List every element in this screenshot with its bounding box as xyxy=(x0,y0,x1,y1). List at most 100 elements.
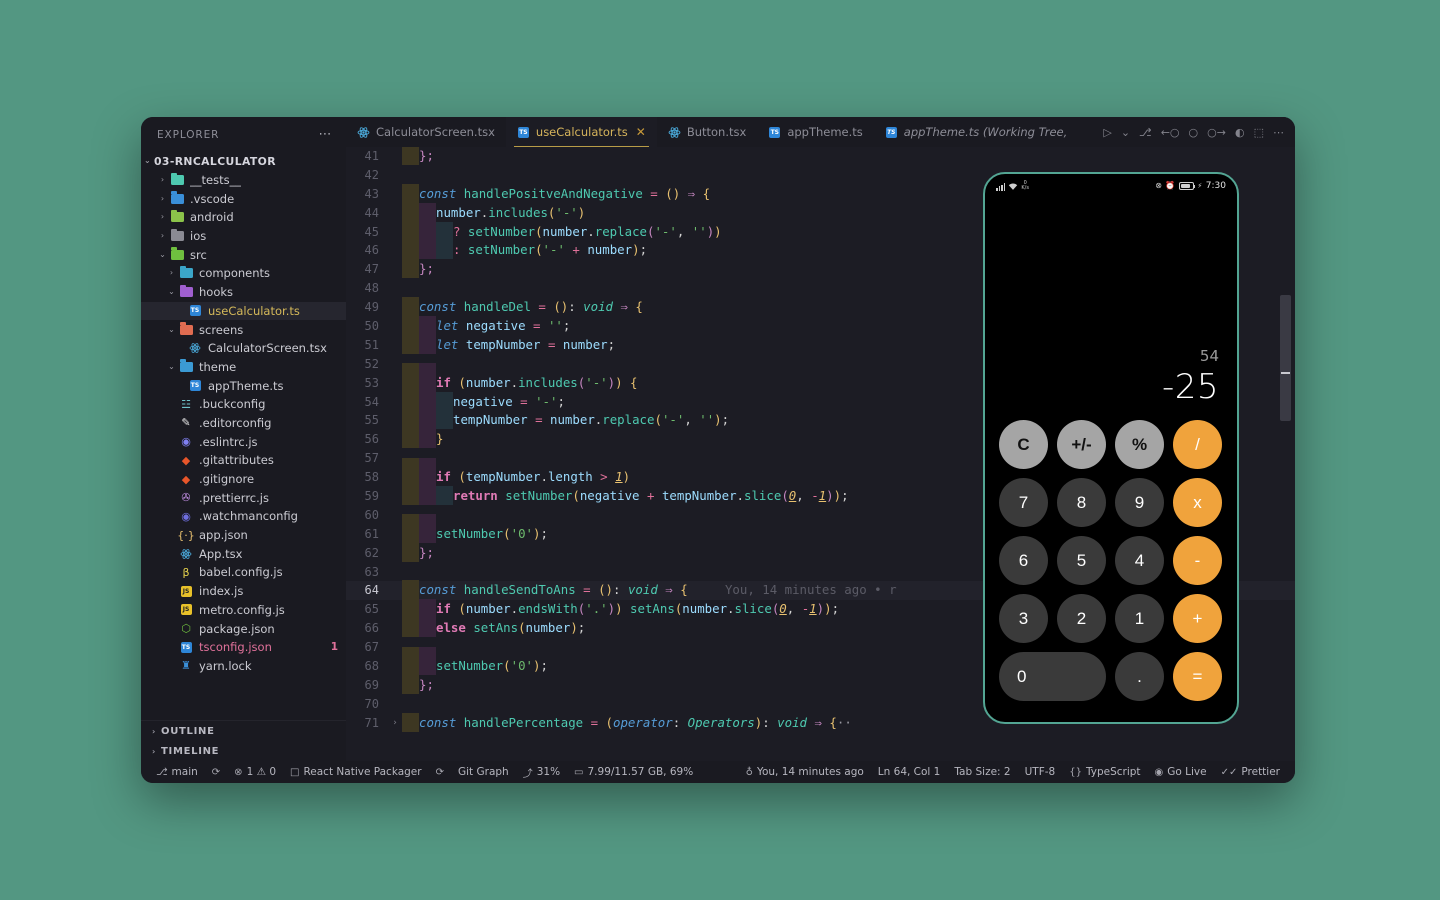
tree-file-metro-config-js[interactable]: JS metro.config.js xyxy=(141,601,346,620)
tree-file--gitattributes[interactable]: ◆ .gitattributes xyxy=(141,451,346,470)
file-tree-root[interactable]: ⌄ 03-RNCALCULATOR xyxy=(141,152,346,171)
tree-file-tsconfig-json[interactable]: TS tsconfig.json 1 xyxy=(141,638,346,657)
tree-file-usecalculator-ts[interactable]: TS useCalculator.ts xyxy=(141,301,346,321)
wifi-icon xyxy=(1009,182,1018,190)
tree-folder--vscode[interactable]: › .vscode xyxy=(141,189,346,208)
editor-tab-apptheme-ts[interactable]: TS appTheme.ts (Working Tree, xyxy=(874,117,1079,147)
fold-chevron-icon[interactable]: › xyxy=(388,714,402,733)
editor-vertical-scrollbar[interactable] xyxy=(1280,295,1291,421)
status-label: Prettier xyxy=(1241,766,1280,778)
editor-tab-calculatorscreen-tsx[interactable]: CalculatorScreen.tsx xyxy=(346,117,506,147)
toggle-inline-view-icon[interactable]: ◐ xyxy=(1235,126,1245,139)
digit-8-key[interactable]: 8 xyxy=(1057,478,1106,527)
go-to-previous-change-icon[interactable]: ←○ xyxy=(1161,126,1180,139)
split-editor-icon[interactable]: ⬚ xyxy=(1254,126,1264,139)
do-not-disturb-icon: ⊗ xyxy=(1155,181,1162,190)
status-react-native-packager[interactable]: □ React Native Packager xyxy=(283,766,429,778)
folder-theme-icon xyxy=(178,359,194,373)
tree-item-label: components xyxy=(199,266,271,281)
multiply-key[interactable]: x xyxy=(1173,478,1222,527)
status-language-mode[interactable]: {} TypeScript xyxy=(1062,766,1147,778)
status-packager-sync[interactable]: ⟳ xyxy=(429,767,451,778)
calculator-keypad[interactable]: C +/-%/ 7 8 9 x 6 5 4- 3 2 1 +0. = xyxy=(985,408,1237,701)
status-encoding[interactable]: UTF-8 xyxy=(1018,766,1063,778)
tree-folder-android[interactable]: › android xyxy=(141,208,346,227)
tree-folder-hooks[interactable]: ⌄ hooks xyxy=(141,283,346,302)
code-line[interactable]: 41}; xyxy=(346,147,1295,166)
tree-file-babel-config-js[interactable]: β babel.config.js xyxy=(141,563,346,582)
babel-file-icon: β xyxy=(182,565,190,579)
code-text: if (number.includes('-')) { xyxy=(402,372,638,393)
tree-folder---tests--[interactable]: › __tests__ xyxy=(141,171,346,190)
tree-file-index-js[interactable]: JS index.js xyxy=(141,582,346,601)
source-control-icon[interactable]: ⎇ xyxy=(1139,126,1152,139)
status-git-blame[interactable]: ♁ You, 14 minutes ago xyxy=(739,766,871,778)
editor-tab-usecalculator-ts[interactable]: TS useCalculator.ts ✕ xyxy=(505,117,657,147)
clear-key[interactable]: C xyxy=(999,420,1048,469)
status-branch[interactable]: ⎇ main xyxy=(149,766,205,778)
tree-file-app-tsx[interactable]: App.tsx xyxy=(141,544,346,563)
line-number: 70 xyxy=(364,696,379,711)
digit-7-key[interactable]: 7 xyxy=(999,478,1048,527)
editor-tab-bar[interactable]: CalculatorScreen.tsx TS useCalculator.ts ✕ B… xyxy=(346,117,1295,147)
close-icon[interactable]: ✕ xyxy=(636,125,646,139)
line-number: 63 xyxy=(364,564,379,579)
equals-key[interactable]: = xyxy=(1173,652,1222,701)
status-problems[interactable]: ⊗ 1 ⚠ 0 xyxy=(227,766,283,778)
divide-key[interactable]: / xyxy=(1173,420,1222,469)
tree-folder-components[interactable]: › components xyxy=(141,264,346,283)
status-cpu-usage[interactable]: ⤴ 31% xyxy=(516,765,567,780)
status-memory-usage[interactable]: ▭ 7.99/11.57 GB, 69% xyxy=(567,766,700,778)
digit-2-key[interactable]: 2 xyxy=(1057,594,1106,643)
run-and-debug-icon[interactable]: ▷ xyxy=(1103,126,1111,139)
tree-folder-src[interactable]: ⌄ src xyxy=(141,245,346,264)
tree-file--editorconfig[interactable]: ✎ .editorconfig xyxy=(141,414,346,433)
status-tab-size[interactable]: Tab Size: 2 xyxy=(947,766,1017,778)
tree-folder-screens[interactable]: ⌄ screens xyxy=(141,320,346,339)
status-git-graph[interactable]: Git Graph xyxy=(451,766,516,778)
go-to-next-change-icon[interactable]: ○→ xyxy=(1207,126,1226,139)
tree-file--buckconfig[interactable]: ☳ .buckconfig xyxy=(141,395,346,414)
editor-tab-apptheme-ts[interactable]: TS appTheme.ts xyxy=(757,117,873,147)
android-emulator[interactable]: 0 K/s ⊗ ⏰ ⚡ 7:30 54 -25 C +/-%/7 8 9 x 6 5 4-3 2… xyxy=(983,172,1239,724)
status-go-live[interactable]: ◉ Go Live xyxy=(1148,766,1214,778)
tree-file--prettierrc-js[interactable]: ✇ .prettierrc.js xyxy=(141,488,346,507)
explorer-sidebar: EXPLORER ⋯ ⌄ 03-RNCALCULATOR › __tests__ › .v… xyxy=(141,117,346,761)
tree-folder-theme[interactable]: ⌄ theme xyxy=(141,358,346,377)
tree-file--gitignore[interactable]: ◆ .gitignore xyxy=(141,470,346,489)
status-label: Go Live xyxy=(1167,766,1207,778)
digit-9-key[interactable]: 9 xyxy=(1115,478,1164,527)
digit-6-key[interactable]: 6 xyxy=(999,536,1048,585)
tree-file-app-json[interactable]: {·} app.json xyxy=(141,526,346,545)
status-prettier[interactable]: ✓✓ Prettier xyxy=(1214,766,1287,778)
subtract-key[interactable]: - xyxy=(1173,536,1222,585)
tree-file-apptheme-ts[interactable]: TS appTheme.ts xyxy=(141,376,346,395)
open-change-icon[interactable]: ○ xyxy=(1189,126,1199,139)
sign-toggle-key[interactable]: +/- xyxy=(1057,420,1106,469)
decimal-key[interactable]: . xyxy=(1115,652,1164,701)
add-key[interactable]: + xyxy=(1173,594,1222,643)
typescript-file-icon: TS xyxy=(885,126,897,138)
sidebar-section-timeline[interactable]: › TIMELINE xyxy=(141,741,346,761)
chevron-down-icon[interactable]: ⌄ xyxy=(1121,126,1130,139)
tree-folder-ios[interactable]: › ios xyxy=(141,227,346,246)
editor-tab-button-tsx[interactable]: Button.tsx xyxy=(657,117,757,147)
digit-5-key[interactable]: 5 xyxy=(1057,536,1106,585)
tree-file-package-json[interactable]: ⬡ package.json xyxy=(141,619,346,638)
digit-3-key[interactable]: 3 xyxy=(999,594,1048,643)
status-cursor-position[interactable]: Ln 64, Col 1 xyxy=(871,766,948,778)
status-label: 1 ⚠ 0 xyxy=(246,766,277,778)
status-sync[interactable]: ⟳ xyxy=(205,767,227,778)
tree-file-yarn-lock[interactable]: ♜ yarn.lock xyxy=(141,657,346,676)
digit-1-key[interactable]: 1 xyxy=(1115,594,1164,643)
explorer-more-icon[interactable]: ⋯ xyxy=(319,128,334,141)
sidebar-section-outline[interactable]: › OUTLINE xyxy=(141,721,346,741)
more-actions-icon[interactable]: ⋯ xyxy=(1273,126,1284,139)
tree-file--watchmanconfig[interactable]: ◉ .watchmanconfig xyxy=(141,507,346,526)
digit-0-key[interactable]: 0 xyxy=(999,652,1106,701)
tree-file-calculatorscreen-tsx[interactable]: CalculatorScreen.tsx xyxy=(141,339,346,358)
file-tree[interactable]: ⌄ 03-RNCALCULATOR › __tests__ › .vscode › andro… xyxy=(141,150,346,720)
percent-key[interactable]: % xyxy=(1115,420,1164,469)
digit-4-key[interactable]: 4 xyxy=(1115,536,1164,585)
tree-file--eslintrc-js[interactable]: ◉ .eslintrc.js xyxy=(141,432,346,451)
